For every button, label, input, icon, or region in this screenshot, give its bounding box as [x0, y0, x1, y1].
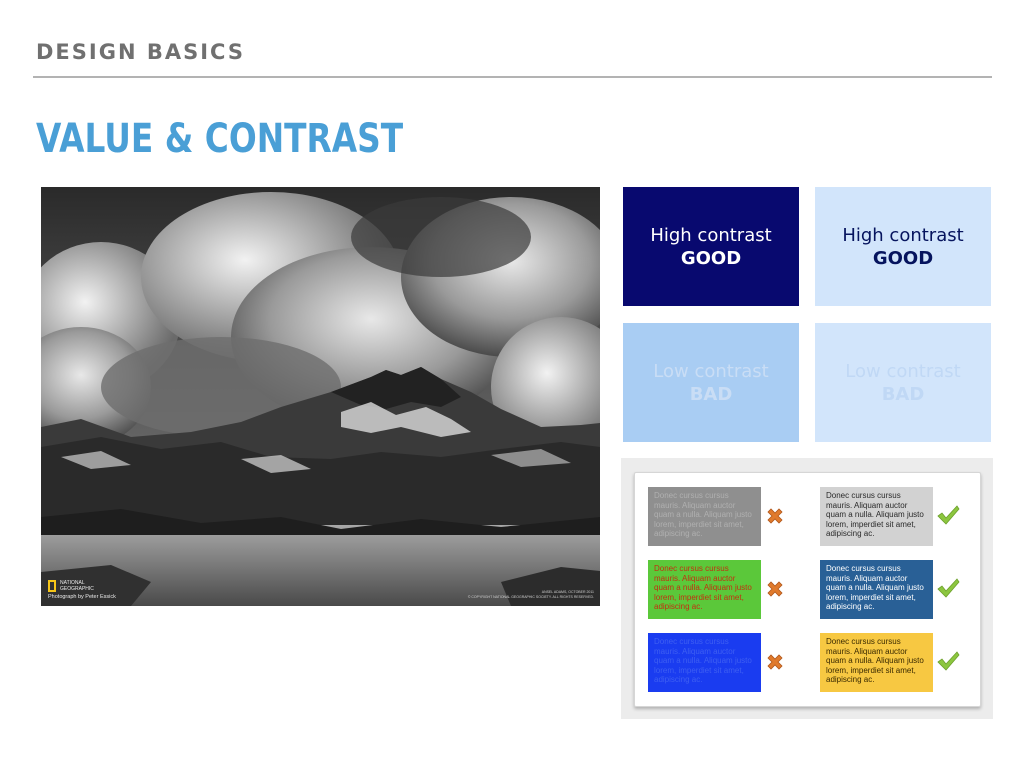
cross-icon: [764, 505, 786, 527]
header-divider: [33, 76, 992, 78]
examples-card: Donec cursus cursus mauris. Aliquam auct…: [634, 472, 981, 707]
contrast-tile-low-light: Low contrast BAD: [815, 323, 991, 442]
contrast-tile-high-light: High contrast GOOD: [815, 187, 991, 306]
photo-brand: NATIONAL GEOGRAPHIC: [60, 580, 100, 592]
section-label: DESIGN BASICS: [36, 40, 245, 64]
photo-caption-line2: © COPYRIGHT NATIONAL GEOGRAPHIC SOCIETY.…: [467, 595, 594, 599]
tile-label: High contrast: [650, 224, 772, 246]
cross-icon: [764, 578, 786, 600]
example-bad-gray: Donec cursus cursus mauris. Aliquam auct…: [648, 487, 761, 546]
example-good-yellow: Donec cursus cursus mauris. Aliquam auct…: [820, 633, 933, 692]
example-good-gray: Donec cursus cursus mauris. Aliquam auct…: [820, 487, 933, 546]
tile-verdict: BAD: [881, 383, 925, 405]
mountain-photo: NATIONAL GEOGRAPHIC Photograph by Peter …: [41, 187, 600, 606]
contrast-tile-high-dark: High contrast GOOD: [623, 187, 799, 306]
example-bad-green: Donec cursus cursus mauris. Aliquam auct…: [648, 560, 761, 619]
tile-verdict: GOOD: [680, 247, 742, 269]
photo-illustration: [41, 187, 600, 606]
check-icon: [936, 503, 960, 525]
national-geographic-logo-icon: [48, 580, 56, 592]
tile-label: High contrast: [842, 224, 964, 246]
tile-verdict: BAD: [689, 383, 733, 405]
photo-caption: ANSEL ADAMS, OCTOBER 2011 © COPYRIGHT NA…: [468, 590, 594, 600]
tile-label: Low contrast: [653, 360, 769, 382]
photo-credit: Photograph by Peter Essick: [48, 594, 116, 600]
example-good-blue: Donec cursus cursus mauris. Aliquam auct…: [820, 560, 933, 619]
slide-title: VALUE & CONTRAST: [36, 116, 404, 162]
contrast-tile-low-medium: Low contrast BAD: [623, 323, 799, 442]
cross-icon: [764, 651, 786, 673]
check-icon: [936, 649, 960, 671]
tile-verdict: GOOD: [872, 247, 934, 269]
photo-brand-line2: GEOGRAPHIC: [60, 586, 94, 592]
tile-label: Low contrast: [845, 360, 961, 382]
check-icon: [936, 576, 960, 598]
example-bad-blue: Donec cursus cursus mauris. Aliquam auct…: [648, 633, 761, 692]
